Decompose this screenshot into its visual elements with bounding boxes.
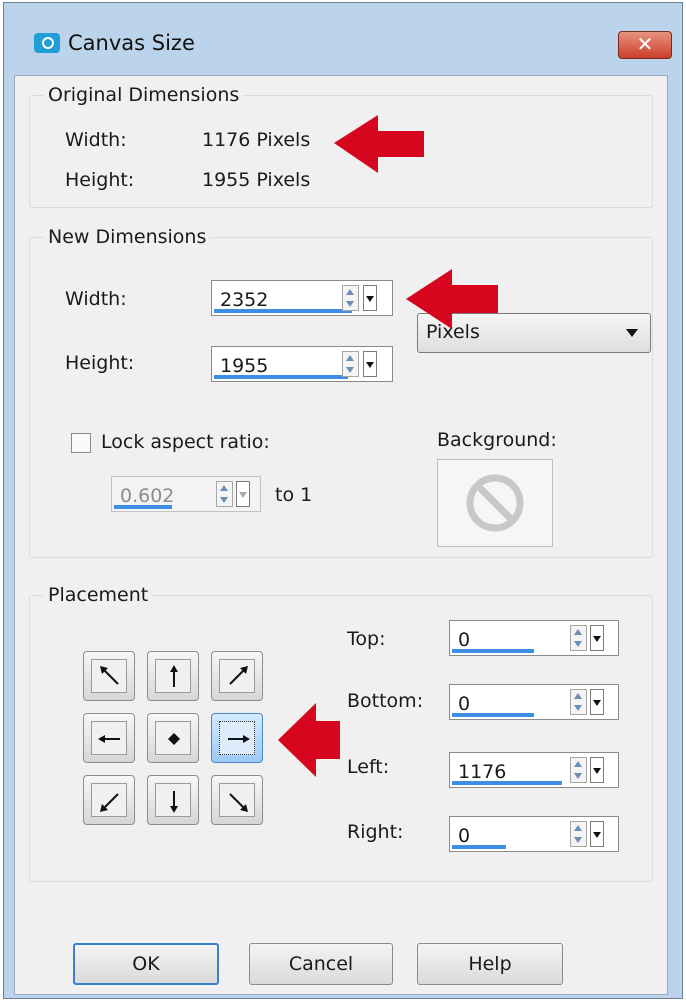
arrow-left-icon — [98, 735, 120, 743]
left-offset-spinner[interactable] — [570, 757, 587, 783]
dialog-body: Original Dimensions Width: 1176 Pixels H… — [14, 75, 668, 995]
right-offset-label: Right: — [347, 821, 404, 843]
arrow-up-icon — [170, 665, 178, 687]
left-offset-dropdown[interactable] — [590, 757, 604, 783]
new-width-slider[interactable] — [214, 309, 352, 313]
lock-aspect-ratio-checkbox[interactable] — [71, 433, 91, 453]
aspect-ratio-field[interactable]: 0.602 — [111, 476, 261, 512]
aspect-ratio-slider[interactable] — [114, 505, 172, 509]
placement-bottom-button[interactable] — [147, 775, 199, 825]
bottom-offset-slider[interactable] — [452, 713, 534, 717]
annotation-arrow-icon — [334, 115, 424, 173]
arrow-up-right-icon — [229, 666, 248, 685]
right-offset-slider[interactable] — [452, 845, 506, 849]
bottom-offset-spinner[interactable] — [570, 689, 587, 715]
bottom-offset-label: Bottom: — [347, 690, 424, 712]
aspect-ratio-spinner[interactable] — [216, 481, 233, 507]
new-height-spinner[interactable] — [342, 351, 359, 377]
new-width-value: 2352 — [220, 289, 269, 311]
new-width-label: Width: — [65, 288, 127, 310]
new-height-label: Height: — [65, 352, 135, 374]
cancel-button[interactable]: Cancel — [249, 943, 393, 985]
left-offset-slider[interactable] — [452, 781, 562, 785]
help-button[interactable]: Help — [417, 943, 563, 985]
original-height-label: Height: — [65, 169, 135, 191]
bottom-offset-field[interactable]: 0 — [449, 684, 619, 720]
new-width-field[interactable]: 2352 — [211, 280, 393, 316]
right-offset-value: 0 — [458, 825, 471, 847]
no-entry-icon — [466, 474, 524, 532]
bottom-offset-dropdown[interactable] — [590, 689, 604, 715]
bottom-offset-value: 0 — [458, 693, 471, 715]
top-offset-dropdown[interactable] — [590, 625, 604, 651]
close-button[interactable]: ✕ — [618, 31, 672, 59]
original-dimensions-title: Original Dimensions — [48, 84, 240, 106]
arrow-down-left-icon — [100, 793, 119, 812]
left-offset-label: Left: — [347, 756, 390, 778]
title-bar: Canvas Size ✕ — [4, 3, 682, 75]
center-dot-icon — [168, 733, 180, 745]
arrow-down-icon — [170, 791, 178, 813]
new-height-value: 1955 — [220, 355, 269, 377]
new-height-slider[interactable] — [214, 375, 348, 379]
aspect-ratio-suffix: to 1 — [275, 484, 313, 506]
new-width-spinner[interactable] — [342, 285, 359, 311]
arrow-up-left-icon — [100, 666, 119, 685]
camera-icon — [34, 33, 60, 53]
placement-bottom-left-button[interactable] — [83, 775, 135, 825]
new-dimensions-title: New Dimensions — [48, 226, 207, 248]
placement-center-button[interactable] — [147, 713, 199, 763]
arrow-down-right-icon — [229, 793, 248, 812]
arrow-right-icon — [228, 735, 250, 743]
new-height-dropdown[interactable] — [363, 351, 377, 377]
right-offset-field[interactable]: 0 — [449, 816, 619, 852]
placement-top-left-button[interactable] — [83, 651, 135, 701]
placement-left-button[interactable] — [83, 713, 135, 763]
placement-title: Placement — [48, 584, 149, 606]
right-offset-dropdown[interactable] — [590, 821, 604, 847]
placement-bottom-right-button[interactable] — [211, 775, 263, 825]
placement-top-button[interactable] — [147, 651, 199, 701]
aspect-ratio-dropdown[interactable] — [236, 481, 250, 507]
top-offset-slider[interactable] — [452, 649, 534, 653]
annotation-arrow-icon — [406, 269, 498, 329]
left-offset-value: 1176 — [458, 761, 507, 783]
top-offset-spinner[interactable] — [570, 625, 587, 651]
placement-right-button[interactable] — [211, 713, 263, 763]
chevron-down-icon — [626, 329, 638, 337]
top-offset-label: Top: — [347, 628, 386, 650]
lock-aspect-ratio-label: Lock aspect ratio: — [101, 431, 270, 453]
original-width-label: Width: — [65, 129, 127, 151]
original-height-value: 1955 Pixels — [202, 169, 311, 191]
aspect-ratio-value: 0.602 — [120, 485, 175, 507]
new-height-field[interactable]: 1955 — [211, 346, 393, 382]
canvas-size-dialog: Canvas Size ✕ Original Dimensions Width:… — [3, 2, 683, 999]
window-title: Canvas Size — [68, 31, 195, 55]
placement-top-right-button[interactable] — [211, 651, 263, 701]
ok-button[interactable]: OK — [73, 943, 219, 985]
left-offset-field[interactable]: 1176 — [449, 752, 619, 788]
original-width-value: 1176 Pixels — [202, 129, 311, 151]
top-offset-value: 0 — [458, 629, 471, 651]
top-offset-field[interactable]: 0 — [449, 620, 619, 656]
background-swatch[interactable] — [437, 459, 553, 547]
new-width-dropdown[interactable] — [363, 285, 377, 311]
background-label: Background: — [437, 429, 557, 451]
annotation-arrow-icon — [278, 703, 340, 777]
right-offset-spinner[interactable] — [570, 821, 587, 847]
